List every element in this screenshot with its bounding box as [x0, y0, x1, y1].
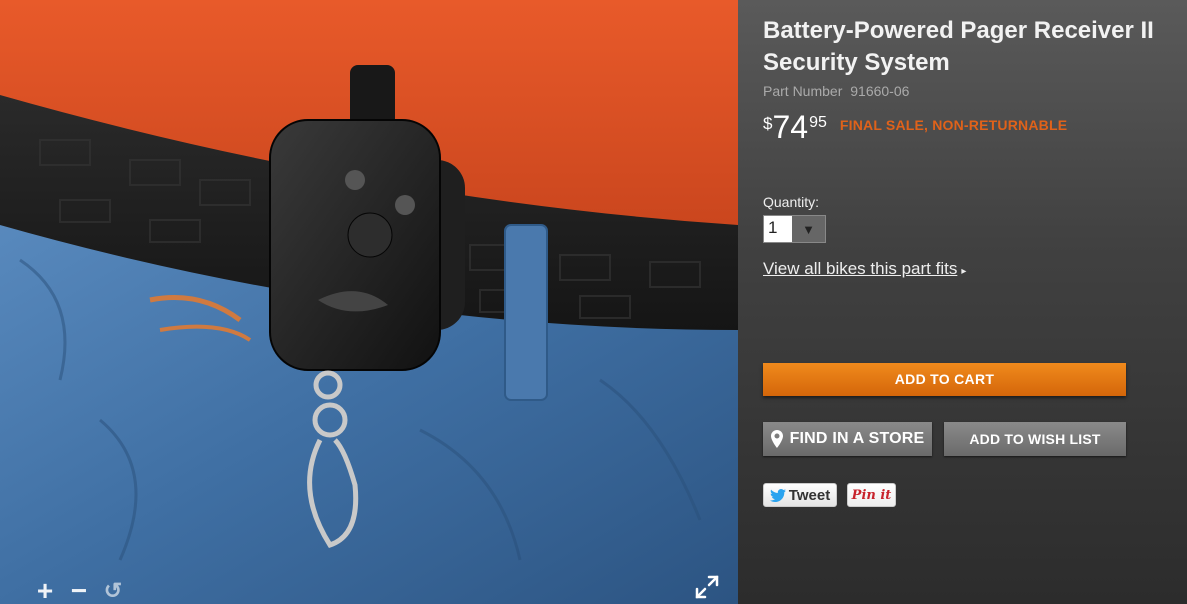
final-sale-notice: FINAL SALE, NON-RETURNABLE	[839, 117, 1068, 133]
find-in-store-label: FIND IN A STORE	[789, 430, 925, 447]
price-row: $ 74 95 FINAL SALE, NON-RETURNABLE	[763, 110, 1187, 144]
quantity-select[interactable]: 1 ▼	[763, 215, 826, 243]
chevron-down-icon[interactable]: ▼	[792, 216, 825, 242]
price-cents: 95	[809, 114, 827, 131]
reset-icon[interactable]: ↺	[102, 580, 124, 602]
pinit-button[interactable]: Pin it	[847, 483, 896, 507]
social-buttons: Tweet Pin it	[763, 483, 896, 507]
product-title: Battery-Powered Pager Receiver II Securi…	[763, 17, 1154, 76]
product-info-panel: Battery-Powered Pager Receiver II Securi…	[738, 0, 1187, 604]
part-number-label: Part Number	[763, 83, 843, 99]
tweet-button[interactable]: Tweet	[763, 483, 837, 507]
quantity-value: 1	[768, 218, 778, 237]
product-image[interactable]: + − ↺	[0, 0, 738, 604]
find-in-store-button[interactable]: FIND IN A STORE	[763, 422, 932, 456]
price: $ 74 95	[763, 110, 827, 144]
view-fitment-label: View all bikes this part fits	[763, 259, 958, 278]
zoom-controls: + − ↺	[34, 577, 124, 604]
add-to-wishlist-button[interactable]: ADD TO WISH LIST	[944, 422, 1126, 456]
zoom-in-icon[interactable]: +	[34, 577, 56, 604]
part-number: Part Number 91660-06	[763, 83, 1187, 99]
zoom-out-icon[interactable]: −	[68, 577, 90, 604]
part-number-value: 91660-06	[850, 83, 910, 99]
fullscreen-icon[interactable]	[694, 574, 720, 600]
tweet-label: Tweet	[788, 486, 831, 504]
view-fitment-link[interactable]: View all bikes this part fits ▸	[763, 259, 966, 279]
twitter-bird-icon	[769, 488, 786, 502]
product-photo-illustration	[0, 0, 738, 604]
price-dollars: 74	[772, 109, 809, 145]
arrow-right-icon: ▸	[961, 266, 967, 277]
quantity-label: Quantity:	[763, 194, 820, 210]
price-currency: $	[763, 114, 773, 133]
map-pin-icon	[770, 430, 783, 448]
add-to-cart-button[interactable]: ADD TO CART	[763, 363, 1126, 396]
